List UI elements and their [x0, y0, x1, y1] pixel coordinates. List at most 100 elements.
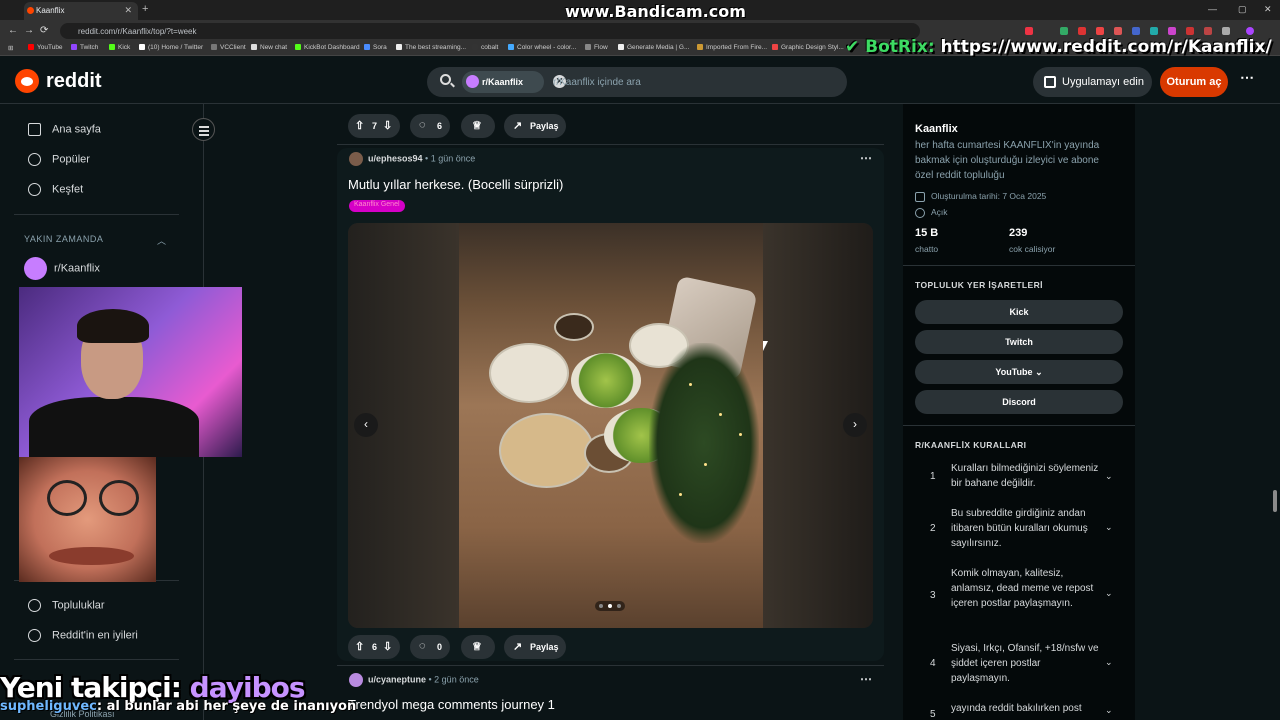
- bookmark-cobalt[interactable]: cobalt: [472, 44, 498, 51]
- get-app-button[interactable]: Uygulamayı edin: [1033, 67, 1152, 97]
- extension-icon[interactable]: [1025, 27, 1033, 35]
- reddit-logo-icon[interactable]: [15, 69, 39, 93]
- window-close-icon[interactable]: ✕: [1264, 4, 1272, 15]
- login-button[interactable]: Oturum aç: [1160, 67, 1228, 97]
- bookmark-kickbot[interactable]: KickBot Dashboard: [295, 44, 360, 51]
- tab-title: Kaanflix: [36, 6, 65, 15]
- face-cam-overlay: [19, 457, 156, 582]
- search-bar[interactable]: r/Kaanflix ✕ r/Kaanflix içinde ara: [427, 67, 847, 97]
- bookmark-kick-button[interactable]: Kick: [915, 300, 1123, 324]
- post-action-bar: ⇧ 6 ⇩ ◌ 0 ♕ ↗ Paylaş: [348, 635, 648, 659]
- post-title[interactable]: Mutlu yıllar herkese. (Bocelli sürprizli…: [348, 177, 563, 192]
- more-options-icon[interactable]: ⋯: [1240, 69, 1254, 86]
- vote-control[interactable]: ⇧ 6 ⇩: [348, 635, 400, 659]
- bookmark-new-chat[interactable]: New chat: [251, 44, 287, 51]
- extension-icon[interactable]: [1204, 27, 1212, 35]
- downvote-icon[interactable]: ⇩: [383, 640, 392, 653]
- author-avatar[interactable]: [349, 152, 363, 166]
- sidebar-item-home[interactable]: Ana sayfa: [28, 123, 101, 136]
- extension-icon[interactable]: [1150, 27, 1158, 35]
- comments-button[interactable]: ◌ 6: [410, 114, 450, 138]
- bookmark-color-wheel[interactable]: Color wheel - color...: [508, 44, 576, 51]
- post-flair[interactable]: Kaanflix Genel: [349, 200, 405, 212]
- extension-icon[interactable]: [1078, 27, 1086, 35]
- url-field[interactable]: reddit.com/r/Kaanflix/top/?t=week: [60, 23, 920, 39]
- share-button[interactable]: ↗ Paylaş: [504, 114, 566, 138]
- comment-icon: ◌: [419, 640, 426, 652]
- close-tab-icon[interactable]: ✕: [124, 5, 132, 16]
- bookmark-discord-button[interactable]: Discord: [915, 390, 1123, 414]
- upvote-icon[interactable]: ⇧: [355, 119, 364, 132]
- chevron-down-icon[interactable]: ⌄: [1105, 588, 1113, 599]
- chevron-down-icon[interactable]: ⌄: [1105, 471, 1113, 482]
- chat-overlay: supheliguvec: al bunlar abi her şeye de …: [0, 699, 357, 714]
- post-author[interactable]: u/ephesos94: [368, 153, 423, 163]
- award-button[interactable]: ♕: [461, 635, 495, 659]
- page-scrollbar[interactable]: [1273, 490, 1277, 512]
- author-avatar[interactable]: [349, 673, 363, 687]
- award-button[interactable]: ♕: [461, 114, 495, 138]
- extension-icon[interactable]: [1186, 27, 1194, 35]
- sidebar-item-best-of-reddit[interactable]: Reddit'in en iyileri: [28, 629, 138, 642]
- extension-icon[interactable]: [1060, 27, 1068, 35]
- extension-icon[interactable]: [1132, 27, 1140, 35]
- bookmark-flow[interactable]: Flow: [585, 44, 608, 51]
- share-button[interactable]: ↗ Paylaş: [504, 635, 566, 659]
- post-author[interactable]: u/cyaneptune: [368, 674, 426, 684]
- upvote-icon[interactable]: ⇧: [355, 640, 364, 653]
- downvote-icon[interactable]: ⇩: [383, 119, 392, 132]
- bookmark-kick[interactable]: Kick: [109, 44, 130, 51]
- post-time: 1 gün önce: [430, 153, 476, 164]
- apps-icon[interactable]: ⊞: [8, 44, 13, 52]
- bookmark-sora[interactable]: Sora: [364, 44, 387, 51]
- post-image-carousel[interactable]: ‹ ›: [348, 223, 873, 628]
- vote-control[interactable]: ⇧ 7 ⇩: [348, 114, 400, 138]
- carousel-next-button[interactable]: ›: [843, 413, 867, 437]
- search-input[interactable]: r/Kaanflix içinde ara: [553, 77, 641, 88]
- bookmark-twitch[interactable]: Twitch: [71, 44, 98, 51]
- botrix-url: https://www.reddit.com/r/Kaanflix/: [940, 37, 1272, 57]
- sidebar-item-communities[interactable]: Topluluklar: [28, 599, 105, 612]
- profile-avatar[interactable]: [1246, 27, 1254, 35]
- maximize-icon[interactable]: ▢: [1238, 4, 1247, 15]
- carousel-prev-button[interactable]: ‹: [354, 413, 378, 437]
- chevron-down-icon[interactable]: ⌄: [1105, 522, 1113, 533]
- bookmark-youtube[interactable]: YouTube: [28, 44, 63, 51]
- post-more-icon[interactable]: ⋯: [860, 151, 872, 165]
- back-icon[interactable]: ←: [8, 25, 18, 36]
- browser-tab[interactable]: Kaanflix ✕: [24, 2, 138, 20]
- recent-community-item[interactable]: r/Kaanflix: [24, 257, 100, 280]
- bookmark-vcclient[interactable]: VCClient: [211, 44, 246, 51]
- extension-icon[interactable]: [1222, 27, 1230, 35]
- post-divider: [337, 144, 884, 145]
- bookmark-graphic-design[interactable]: Graphic Design Styl...: [772, 44, 844, 51]
- new-tab-icon[interactable]: +: [142, 3, 148, 15]
- search-community-chip[interactable]: r/Kaanflix ✕: [462, 71, 566, 93]
- extension-icon[interactable]: [1096, 27, 1104, 35]
- sidebar-item-explore[interactable]: Keşfet: [28, 183, 83, 196]
- extension-icon[interactable]: [1114, 27, 1122, 35]
- post-more-icon[interactable]: ⋯: [860, 672, 872, 686]
- bookmark-streaming[interactable]: The best streaming...: [396, 44, 466, 51]
- comments-button[interactable]: ◌ 0: [410, 635, 450, 659]
- bookmark-youtube-button[interactable]: YouTube ⌄: [915, 360, 1123, 384]
- collapse-sidebar-button[interactable]: [192, 118, 215, 141]
- post-time: 2 gün önce: [434, 674, 479, 685]
- chevron-down-icon[interactable]: ⌄: [1105, 657, 1113, 668]
- reload-icon[interactable]: ⟳: [40, 25, 48, 36]
- forward-icon[interactable]: →: [24, 25, 34, 36]
- chevron-up-icon[interactable]: ︿: [157, 234, 166, 247]
- online-stat: 239 cok calisiyor: [1009, 227, 1056, 254]
- best-icon: [28, 629, 41, 642]
- reddit-logo-text[interactable]: reddit: [46, 70, 102, 93]
- bookmark-twitter[interactable]: (10) Home / Twitter: [139, 44, 203, 51]
- minimize-icon[interactable]: —: [1208, 4, 1217, 14]
- extension-icon[interactable]: [1168, 27, 1176, 35]
- bookmark-twitch-button[interactable]: Twitch: [915, 330, 1123, 354]
- next-post-title[interactable]: Trendyol mega comments journey 1: [348, 697, 555, 712]
- recent-section-header[interactable]: YAKIN ZAMANDA: [24, 234, 103, 244]
- bookmark-imported[interactable]: Imported From Fire...: [697, 44, 767, 51]
- bookmark-generate-media[interactable]: Generate Media | G...: [618, 44, 689, 51]
- chevron-down-icon[interactable]: ⌄: [1105, 705, 1113, 716]
- sidebar-item-popular[interactable]: Popüler: [28, 153, 90, 166]
